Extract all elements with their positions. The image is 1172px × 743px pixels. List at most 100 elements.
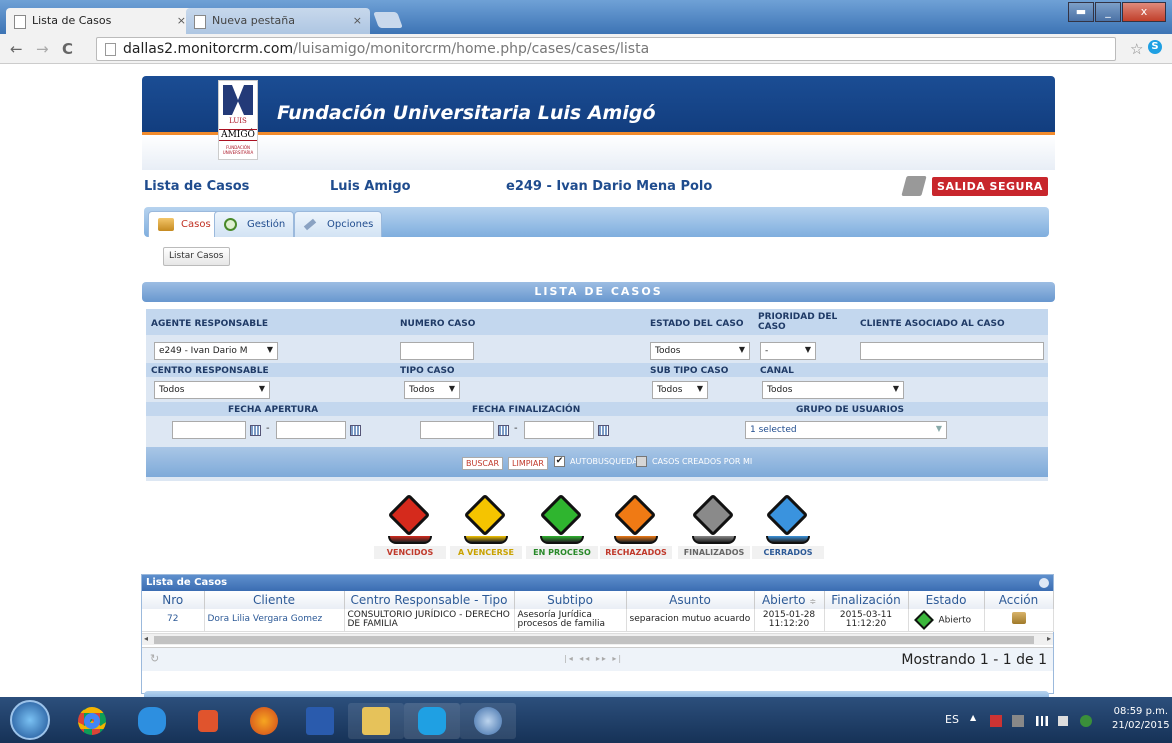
network-icon[interactable]	[1036, 716, 1048, 726]
centro-value: Todos	[159, 385, 185, 395]
agente-select[interactable]: e249 - Ivan Dario M ▼	[154, 342, 278, 360]
new-tab-button[interactable]	[373, 12, 403, 28]
tipo-value: Todos	[409, 385, 435, 395]
fecha-apertura-hasta-input[interactable]	[276, 421, 346, 439]
reload-icon[interactable]: C	[62, 40, 73, 58]
calendar-icon[interactable]	[498, 425, 509, 436]
tab-label: Casos	[181, 219, 211, 230]
logout-button[interactable]: SALIDA SEGURA	[932, 177, 1048, 196]
status-en-proceso[interactable]: EN PROCESO	[526, 493, 598, 566]
collapse-icon[interactable]	[1039, 578, 1049, 588]
browser-tab-active[interactable]: Lista de Casos ×	[6, 8, 194, 34]
fecha-apertura-desde-input[interactable]	[172, 421, 246, 439]
start-button[interactable]	[10, 700, 50, 740]
table-row[interactable]: 72 Dora Lilia Vergara Gomez CONSULTORIO …	[142, 609, 1054, 632]
edit-case-icon[interactable]	[1011, 612, 1026, 625]
skype-extension-icon[interactable]: S	[1148, 40, 1162, 54]
media-player-taskbar-icon[interactable]	[180, 703, 236, 739]
horizontal-scrollbar[interactable]: ◂ ▸	[142, 633, 1053, 645]
col-cliente[interactable]: Cliente	[204, 591, 345, 609]
status-a-vencerse[interactable]: A VENCERSE	[450, 493, 522, 566]
bookmark-star-icon[interactable]: ☆	[1130, 40, 1143, 58]
fecha-fin-desde-input[interactable]	[420, 421, 494, 439]
app-taskbar-icon[interactable]	[460, 703, 516, 739]
calendar-icon[interactable]	[250, 425, 261, 436]
col-accion[interactable]: Acción	[984, 591, 1054, 609]
col-finalizacion[interactable]: Finalización	[824, 591, 909, 609]
col-asunto[interactable]: Asunto	[626, 591, 755, 609]
status-rechazados[interactable]: RECHAZADOS	[600, 493, 672, 566]
listar-casos-button[interactable]: Listar Casos	[163, 247, 230, 266]
status-vencidos[interactable]: VENCIDOS	[374, 493, 446, 566]
scroll-left-icon[interactable]: ◂	[144, 634, 148, 643]
calendar-icon[interactable]	[350, 425, 361, 436]
ie-taskbar-icon[interactable]	[124, 703, 180, 739]
col-nro[interactable]: Nro	[142, 591, 205, 609]
chevron-down-icon: ▼	[696, 384, 703, 393]
refresh-icon[interactable]: ↻	[150, 652, 159, 665]
explorer-taskbar-icon[interactable]	[348, 703, 404, 739]
close-icon[interactable]: ×	[353, 14, 362, 27]
label-numero: NUMERO CASO	[400, 319, 476, 329]
page-title: Lista de Casos	[144, 179, 250, 194]
pager-buttons[interactable]: |◂ ◂◂ ▸▸ ▸|	[564, 654, 623, 663]
skype-taskbar-icon[interactable]	[404, 703, 460, 739]
logo-line3: FUNDACIÓN UNIVERSITARIA	[222, 145, 254, 155]
subtipo-select[interactable]: Todos ▼	[652, 381, 708, 399]
casos-mi-checkbox[interactable]	[636, 456, 647, 467]
status-cerrados[interactable]: CERRADOS	[752, 493, 824, 566]
calendar-icon[interactable]	[598, 425, 609, 436]
close-window-icon[interactable]: x	[1122, 2, 1166, 22]
page-icon	[194, 15, 206, 29]
power-icon[interactable]	[1012, 715, 1024, 727]
label-estado: ESTADO DEL CASO	[650, 319, 744, 329]
buscar-button[interactable]: Buscar	[462, 457, 504, 470]
sync-icon[interactable]	[1080, 715, 1092, 727]
action-center-icon[interactable]	[990, 715, 1002, 727]
cliente-input[interactable]	[860, 342, 1044, 360]
printer-icon[interactable]	[901, 176, 927, 196]
forward-icon[interactable]: →	[36, 40, 49, 58]
language-indicator[interactable]: ES	[945, 713, 959, 726]
prioridad-select[interactable]: - ▼	[760, 342, 816, 360]
col-centro[interactable]: Centro Responsable - Tipo	[344, 591, 515, 609]
system-clock[interactable]: 08:59 p.m. 21/02/2015	[1112, 705, 1170, 733]
status-finalizados[interactable]: FINALIZADOS	[678, 493, 750, 566]
tab-opciones[interactable]: Opciones	[294, 211, 383, 237]
numero-caso-input[interactable]	[400, 342, 474, 360]
tipo-select[interactable]: Todos ▼	[404, 381, 460, 399]
volume-icon[interactable]	[1058, 716, 1068, 726]
url-path: /luisamigo/monitorcrm/home.php/cases/cas…	[293, 41, 650, 57]
grupo-usuarios-select[interactable]: 1 selected ▼	[745, 421, 947, 439]
firefox-taskbar-icon[interactable]	[236, 703, 292, 739]
col-subtipo[interactable]: Subtipo	[514, 591, 627, 609]
scroll-thumb[interactable]	[154, 636, 1034, 644]
show-hidden-icons[interactable]: ▲	[970, 713, 976, 722]
word-taskbar-icon[interactable]	[292, 703, 348, 739]
cell-abierto: 2015-01-28 11:12:20	[754, 609, 825, 632]
fecha-fin-hasta-input[interactable]	[524, 421, 594, 439]
cell-cliente[interactable]: Dora Lilia Vergara Gomez	[204, 609, 345, 632]
restore-icon[interactable]: ▬	[1068, 2, 1094, 22]
tab-gestion[interactable]: Gestión	[214, 211, 295, 237]
col-abierto[interactable]: Abierto ≑	[754, 591, 825, 609]
cell-nro[interactable]: 72	[142, 609, 205, 632]
url-input[interactable]: dallas2.monitorcrm.com/luisamigo/monitor…	[96, 37, 1116, 61]
minimize-icon[interactable]: _	[1095, 2, 1121, 22]
centro-select[interactable]: Todos ▼	[154, 381, 270, 399]
back-icon[interactable]: ←	[10, 40, 23, 58]
chrome-taskbar-icon[interactable]	[64, 703, 120, 739]
diamond-yellow-icon	[463, 493, 507, 537]
close-icon[interactable]: ×	[177, 14, 186, 27]
filter-label-row: CENTRO RESPONSABLE TIPO CASO SUB TIPO CA…	[146, 363, 1048, 377]
diamond-base	[692, 536, 736, 544]
canal-select[interactable]: Todos ▼	[762, 381, 904, 399]
tab-casos[interactable]: Casos	[148, 211, 220, 237]
browser-tab-newtab[interactable]: Nueva pestaña ×	[186, 8, 370, 34]
chevron-down-icon: ▼	[935, 424, 942, 433]
autobusqueda-checkbox[interactable]: ✔	[554, 456, 565, 467]
scroll-right-icon[interactable]: ▸	[1047, 634, 1051, 643]
col-estado[interactable]: Estado	[908, 591, 985, 609]
limpiar-button[interactable]: Limpiar	[508, 457, 548, 470]
estado-select[interactable]: Todos ▼	[650, 342, 750, 360]
